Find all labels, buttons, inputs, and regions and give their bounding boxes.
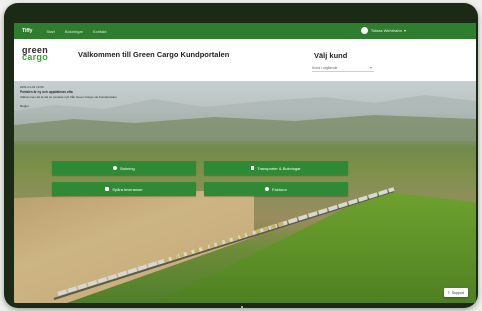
portal-header: green cargo Välkommen till Green Cargo K… <box>14 39 476 81</box>
tile-booking[interactable]: Bokning <box>52 161 196 175</box>
info-date: 2021-01-01 12:00 <box>20 85 44 89</box>
info-rules-link[interactable]: Regler <box>20 104 320 108</box>
chevron-down-icon: ▾ <box>403 28 406 33</box>
tile-invoices[interactable]: Fakturor <box>204 182 348 196</box>
support-label: Support <box>451 290 464 295</box>
nav-link-start[interactable]: Start <box>46 29 54 34</box>
tile-label: Spåra leveranser <box>112 186 143 192</box>
nav-brand[interactable]: Tiffy <box>22 28 32 34</box>
tile-label: Bokning <box>120 165 135 171</box>
device-camera-dot <box>241 306 243 308</box>
info-detail: Välkommen att ta del av senaste nytt frå… <box>20 95 117 99</box>
nav-link-contact[interactable]: Kontakt <box>93 29 107 34</box>
info-panel: 2021-01-01 12:00 Portalen är ny och uppd… <box>20 85 320 108</box>
customer-select[interactable]: Kund i utgående ▾ <box>312 64 374 72</box>
user-name: Tobias Wehrhahn <box>370 28 402 33</box>
page-title: Välkommen till Green Cargo Kundportalen <box>78 50 230 59</box>
customer-select-value: Kund i utgående <box>312 66 338 70</box>
info-notice: Portalen är ny och uppdateras ofta <box>20 90 73 94</box>
logo-text-cargo: cargo <box>22 52 49 62</box>
choose-customer-heading: Välj kund <box>314 51 348 60</box>
gear-icon <box>265 187 270 191</box>
nav-link-bookings[interactable]: Bokningar <box>65 29 83 34</box>
tile-label: Fakturor <box>272 186 287 192</box>
support-button[interactable]: ? Support <box>443 288 468 297</box>
globe-icon <box>113 166 118 170</box>
browser-screen: Tiffy Start Bokningar Kontakt Tobias Weh… <box>14 23 476 303</box>
user-avatar-icon <box>360 27 368 34</box>
tile-label: Transporter & Bokningar <box>257 165 301 171</box>
top-navigation-bar: Tiffy Start Bokningar Kontakt Tobias Weh… <box>14 23 476 39</box>
tile-transports[interactable]: Transporter & Bokningar <box>204 161 348 175</box>
user-menu[interactable]: Tobias Wehrhahn ▾ <box>360 27 406 34</box>
truck-icon <box>105 187 110 191</box>
document-icon <box>251 166 255 170</box>
green-cargo-logo[interactable]: green cargo <box>22 46 49 62</box>
hero-background: 2021-01-01 12:00 Portalen är ny och uppd… <box>14 81 476 303</box>
tile-tracking[interactable]: Spåra leveranser <box>52 182 196 196</box>
question-icon: ? <box>447 290 450 295</box>
chevron-down-icon: ▾ <box>369 65 372 70</box>
